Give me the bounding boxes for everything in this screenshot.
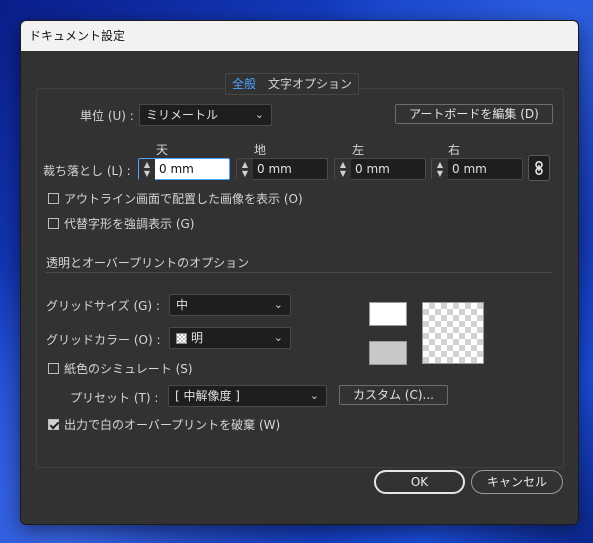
- units-value: ミリメートル: [146, 108, 219, 122]
- link-bleed-button[interactable]: [528, 155, 550, 181]
- preset-select[interactable]: [ 中解像度 ] ⌄: [168, 385, 327, 407]
- chevron-down-icon: ⌄: [273, 331, 283, 344]
- grid-color-value: 明: [191, 331, 204, 345]
- preset-label: プリセット (T) :: [70, 391, 159, 405]
- bleed-right-label: 右: [448, 143, 461, 157]
- bleed-top-field[interactable]: ▲ ▼ 0 mm: [138, 158, 230, 180]
- checker-swatch-icon: [176, 333, 187, 344]
- stepper-arrows-icon[interactable]: ▲ ▼: [432, 159, 448, 180]
- bleed-right-value: 0 mm: [452, 162, 487, 176]
- cancel-button[interactable]: キャンセル: [471, 470, 563, 494]
- preset-value: [ 中解像度 ]: [175, 389, 240, 403]
- bleed-top-label: 天: [156, 143, 169, 157]
- chevron-down-icon: ⌄: [273, 298, 283, 311]
- tab-type-options[interactable]: 文字オプション: [262, 74, 358, 94]
- units-select[interactable]: ミリメートル ⌄: [139, 104, 272, 126]
- grid-color-select[interactable]: 明 ⌄: [169, 327, 291, 349]
- chevron-down-icon: ⌄: [254, 108, 264, 121]
- highlight-glyphs-checkbox[interactable]: [48, 218, 59, 229]
- stepper-arrows-icon[interactable]: ▲ ▼: [335, 159, 351, 180]
- custom-button[interactable]: カスタム (C)...: [339, 385, 448, 405]
- chevron-down-icon: ⌄: [309, 389, 319, 402]
- bleed-bottom-value: 0 mm: [257, 162, 292, 176]
- bleed-bottom-field[interactable]: ▲ ▼ 0 mm: [236, 158, 328, 180]
- bleed-left-label: 左: [352, 143, 365, 157]
- outline-images-checkbox[interactable]: [48, 193, 59, 204]
- general-panel: [36, 88, 564, 468]
- bleed-left-value: 0 mm: [355, 162, 390, 176]
- chain-link-icon: [535, 161, 543, 175]
- grid-size-select[interactable]: 中 ⌄: [169, 294, 291, 316]
- bleed-label: 裁ち落とし (L) :: [43, 164, 131, 178]
- bleed-left-field[interactable]: ▲ ▼ 0 mm: [334, 158, 426, 180]
- dialog-title: ドキュメント設定: [21, 21, 578, 51]
- tab-general[interactable]: 全般: [226, 74, 262, 94]
- bleed-bottom-label: 地: [254, 143, 267, 157]
- edit-artboards-button[interactable]: アートボードを編集 (D): [395, 104, 553, 124]
- stepper-arrows-icon[interactable]: ▲ ▼: [237, 159, 253, 180]
- discard-overprint-label: 出力で白のオーバープリントを破棄 (W): [64, 418, 281, 432]
- stepper-arrows-icon[interactable]: ▲ ▼: [139, 159, 155, 180]
- ok-button[interactable]: OK: [374, 470, 465, 494]
- simulate-paper-checkbox[interactable]: [48, 363, 59, 374]
- discard-overprint-checkbox[interactable]: [48, 419, 59, 430]
- paper-color-swatch[interactable]: [369, 302, 407, 326]
- section-divider: [46, 272, 553, 273]
- tab-bar: 全般 文字オプション: [225, 73, 360, 95]
- units-label: 単位 (U) :: [80, 109, 134, 123]
- bleed-top-value: 0 mm: [159, 162, 194, 176]
- document-setup-dialog: ドキュメント設定 全般 文字オプション 単位 (U) : ミリメートル ⌄ アー…: [20, 20, 579, 525]
- grid-size-label: グリッドサイズ (G) :: [46, 299, 160, 313]
- highlight-glyphs-label: 代替字形を強調表示 (G): [64, 217, 195, 231]
- transparency-section-title: 透明とオーバープリントのオプション: [46, 256, 250, 270]
- bleed-right-field[interactable]: ▲ ▼ 0 mm: [431, 158, 523, 180]
- outline-images-label: アウトライン画面で配置した画像を表示 (O): [64, 192, 303, 206]
- grid-color-swatch[interactable]: [369, 341, 407, 365]
- simulate-paper-label: 紙色のシミュレート (S): [64, 362, 193, 376]
- grid-color-label: グリッドカラー (O) :: [46, 333, 161, 347]
- grid-size-value: 中: [176, 298, 189, 312]
- transparency-grid-preview: [422, 302, 484, 364]
